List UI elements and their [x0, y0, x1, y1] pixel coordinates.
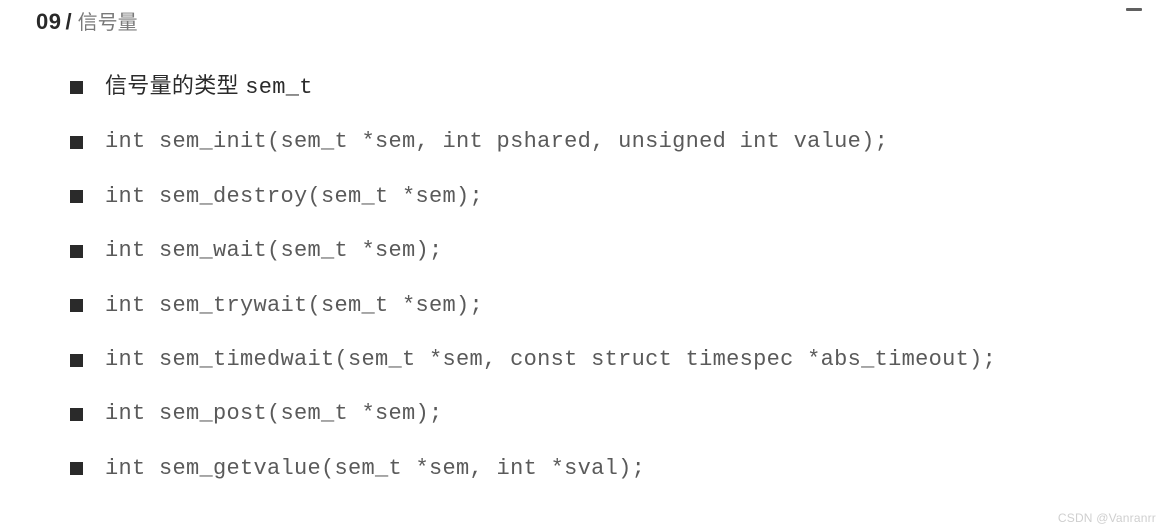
page-number: 09 [36, 9, 61, 35]
bullet-icon [70, 136, 83, 149]
list-item: int sem_trywait(sem_t *sem); [70, 293, 1110, 319]
list-item: int sem_getvalue(sem_t *sem, int *sval); [70, 456, 1110, 482]
list-item-text: int sem_timedwait(sem_t *sem, const stru… [105, 347, 996, 373]
bullet-icon [70, 408, 83, 421]
bullet-icon [70, 462, 83, 475]
content-list: 信号量的类型 sem_t int sem_init(sem_t *sem, in… [0, 73, 1166, 482]
bullet-icon [70, 81, 83, 94]
bullet-icon [70, 245, 83, 258]
list-item-text: int sem_destroy(sem_t *sem); [105, 184, 483, 210]
list-item: int sem_post(sem_t *sem); [70, 401, 1110, 427]
bullet-icon [70, 299, 83, 312]
list-item-text: int sem_wait(sem_t *sem); [105, 238, 443, 264]
list-item-text: int sem_post(sem_t *sem); [105, 401, 443, 427]
list-item-text: int sem_getvalue(sem_t *sem, int *sval); [105, 456, 645, 482]
slide-header: 09 / 信号量 [0, 0, 1166, 35]
corner-decoration [1126, 8, 1142, 11]
bullet-icon [70, 354, 83, 367]
list-item: int sem_init(sem_t *sem, int pshared, un… [70, 129, 1110, 155]
list-item-text: int sem_init(sem_t *sem, int pshared, un… [105, 129, 888, 155]
bullet-icon [70, 190, 83, 203]
list-item-text: int sem_trywait(sem_t *sem); [105, 293, 483, 319]
watermark: CSDN @Vanranrr [1058, 511, 1156, 525]
list-item: int sem_timedwait(sem_t *sem, const stru… [70, 347, 1110, 373]
list-item: int sem_destroy(sem_t *sem); [70, 184, 1110, 210]
list-item: 信号量的类型 sem_t [70, 73, 1110, 101]
page-title: 信号量 [78, 6, 138, 35]
list-item-text: 信号量的类型 sem_t [105, 73, 313, 101]
list-item: int sem_wait(sem_t *sem); [70, 238, 1110, 264]
header-slash: / [65, 9, 71, 35]
